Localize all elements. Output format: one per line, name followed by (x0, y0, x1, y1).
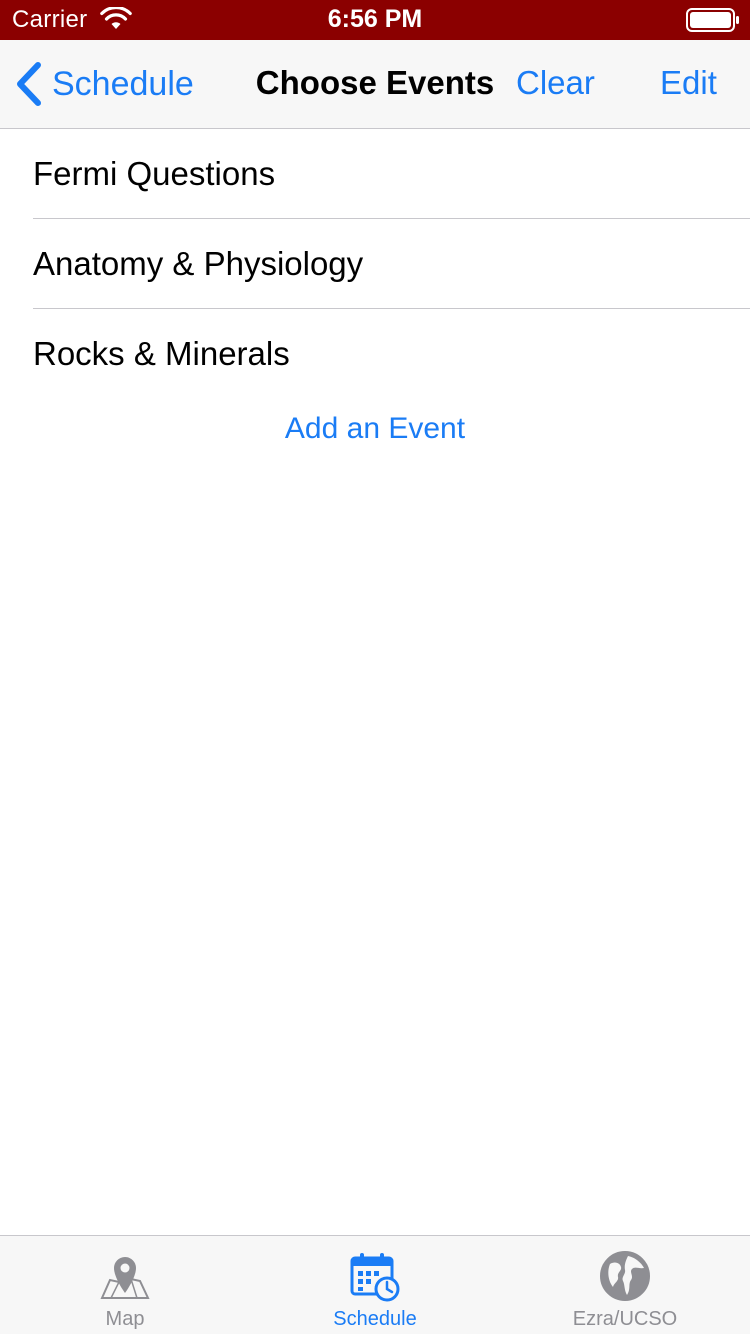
clear-button[interactable]: Clear (516, 64, 595, 102)
tab-bar: Map Schedule Ezra/UCSO (0, 1235, 750, 1334)
event-row[interactable]: Anatomy & Physiology (0, 219, 750, 309)
status-bar: Carrier 6:56 PM (0, 0, 750, 40)
page-title: Choose Events (0, 64, 750, 102)
map-icon (100, 1257, 150, 1299)
page-title-text: Choose Events (255, 64, 495, 101)
battery-icon (686, 8, 739, 32)
event-row[interactable]: Fermi Questions (0, 129, 750, 219)
globe-icon (600, 1251, 650, 1301)
tab-ezra-ucso-label: Ezra/UCSO (572, 1308, 678, 1330)
add-event-button[interactable]: Add an Event (0, 412, 750, 446)
event-name: Rocks & Minerals (33, 335, 290, 372)
tab-schedule[interactable]: Schedule (250, 1236, 500, 1334)
navigation-bar: Schedule Choose Events Clear Edit (0, 40, 750, 129)
status-time: 6:56 PM (327, 5, 423, 33)
calendar-icon (350, 1253, 400, 1302)
tab-map-label: Map (105, 1308, 145, 1330)
event-name: Fermi Questions (33, 155, 276, 192)
tab-map[interactable]: Map (0, 1236, 250, 1334)
events-list: Fermi Questions Anatomy & Physiology Roc… (0, 129, 750, 399)
edit-button[interactable]: Edit (660, 64, 717, 102)
event-row[interactable]: Rocks & Minerals (0, 309, 750, 399)
tab-schedule-label: Schedule (333, 1308, 417, 1330)
event-name: Anatomy & Physiology (33, 245, 364, 282)
tab-ezra-ucso[interactable]: Ezra/UCSO (500, 1236, 750, 1334)
